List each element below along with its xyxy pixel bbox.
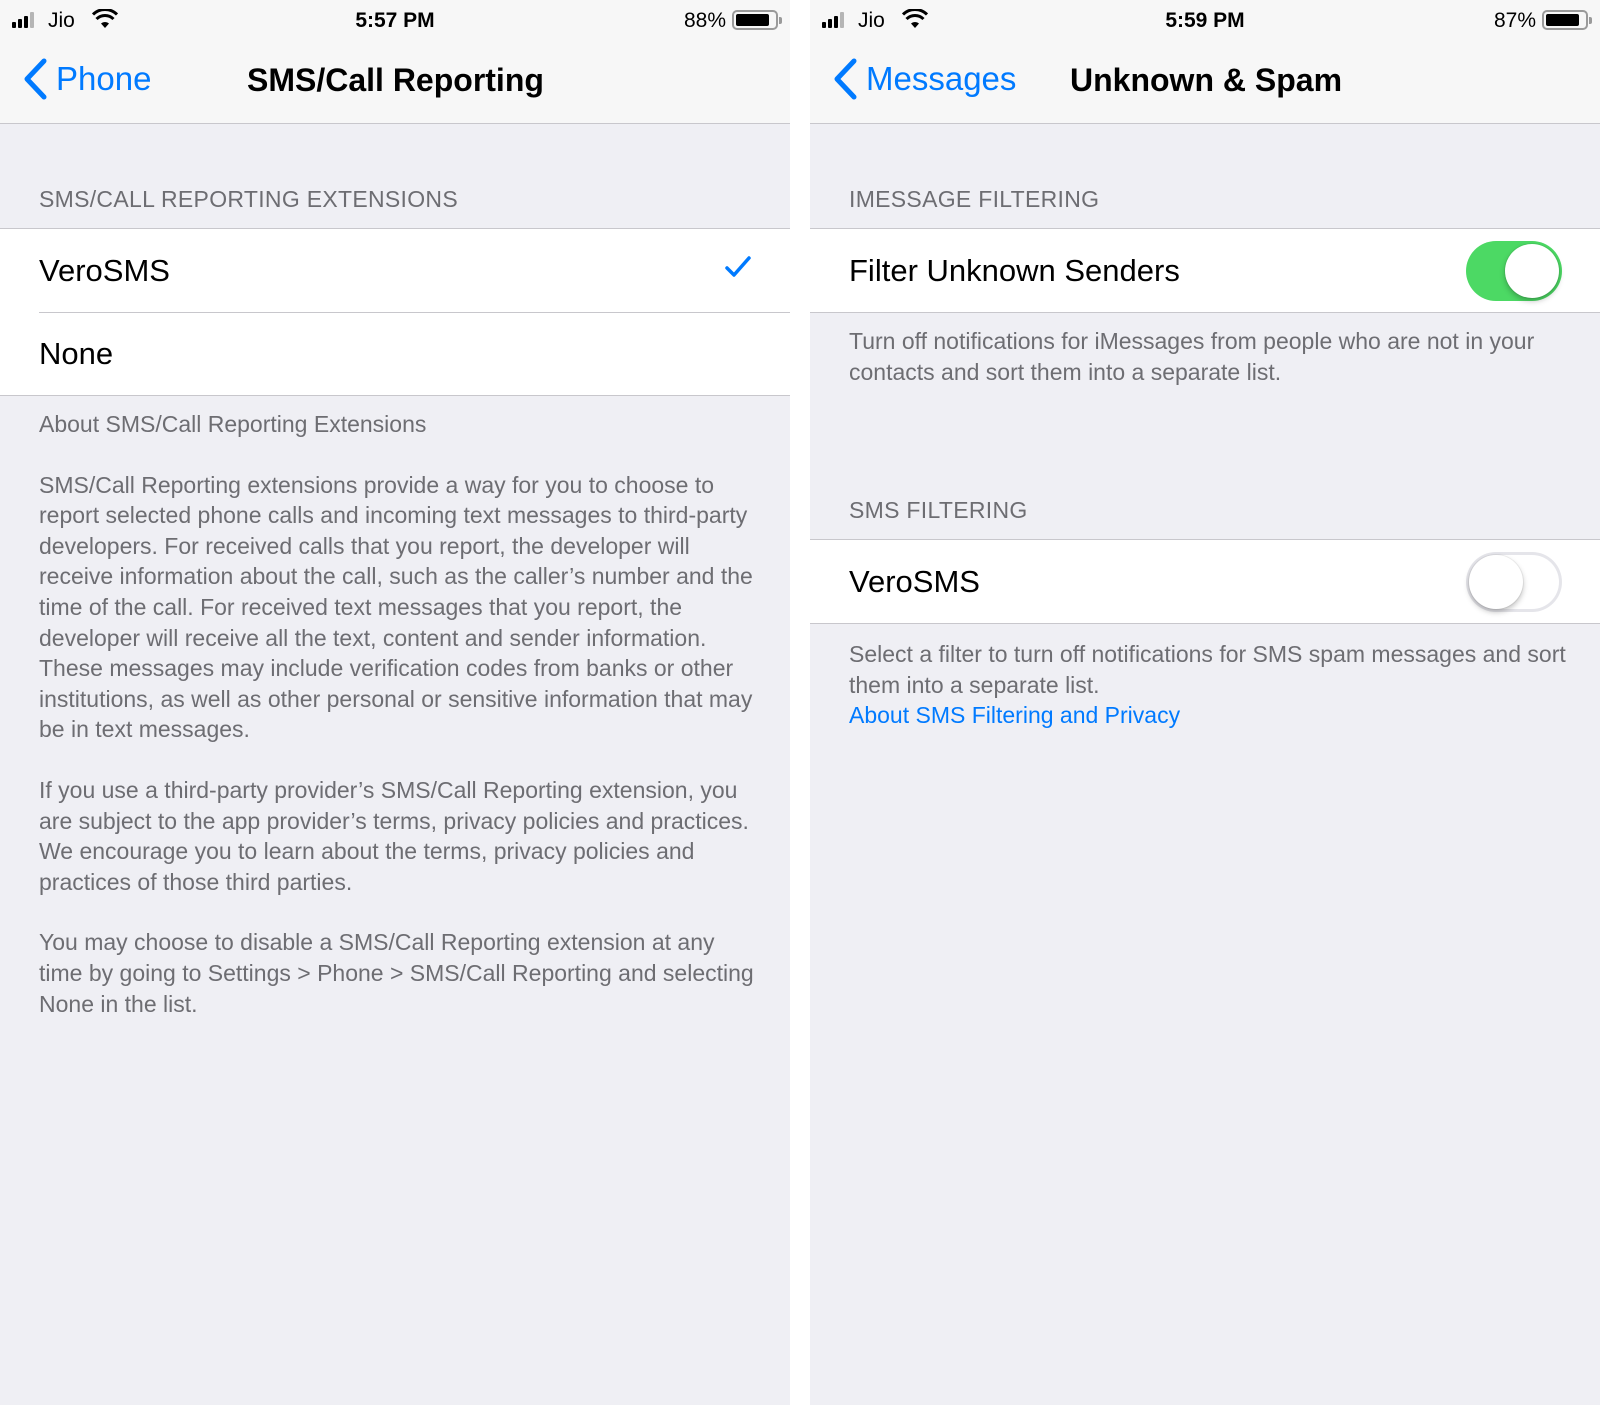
- sms-filtering-description: Select a filter to turn off notification…: [849, 639, 1570, 731]
- toggle-knob: [1505, 244, 1559, 298]
- imessage-filtering-group: Filter Unknown Senders: [810, 228, 1600, 313]
- clock: 5:59 PM: [1165, 9, 1245, 32]
- battery-percentage: 87%: [1493, 9, 1536, 32]
- sms-filtering-privacy-link[interactable]: About SMS Filtering and Privacy: [849, 702, 1180, 728]
- section-header-imessage: iMessage Filtering: [849, 186, 1100, 212]
- battery-icon: [1542, 10, 1592, 30]
- verosms-filter-toggle[interactable]: [1466, 552, 1562, 612]
- option-none[interactable]: None: [0, 312, 790, 395]
- about-paragraph: If you use a third-party provider’s SMS/…: [39, 776, 749, 895]
- chevron-left-icon: [24, 58, 47, 100]
- navigation-bar: Messages Unknown & Spam: [810, 40, 1600, 124]
- back-button[interactable]: Phone: [22, 58, 151, 100]
- section-header-sms: SMS Filtering: [849, 497, 1028, 523]
- verosms-filter-row: VeroSMS: [810, 540, 1600, 623]
- status-bar: Jio 5:57 PM 88%: [0, 0, 790, 40]
- sms-call-reporting-screen: Jio 5:57 PM 88% Phone SMS/Call Reporting…: [0, 0, 790, 1405]
- back-button-label: Messages: [866, 60, 1017, 97]
- toggle-knob: [1469, 555, 1523, 609]
- about-heading: About SMS/Call Reporting Extensions: [39, 411, 427, 437]
- about-paragraph: SMS/Call Reporting extensions provide a …: [39, 471, 753, 743]
- page-title: Unknown & Spam: [1070, 62, 1343, 98]
- description-text: Turn off notifications for iMessages fro…: [849, 328, 1535, 385]
- description-text: Select a filter to turn off notification…: [849, 641, 1566, 698]
- page-title: SMS/Call Reporting: [247, 62, 544, 98]
- filter-unknown-senders-toggle[interactable]: [1466, 241, 1562, 301]
- row-label: VeroSMS: [849, 563, 980, 599]
- unknown-and-spam-screen: Jio 5:59 PM 87% Messages Unknown & Spam …: [810, 0, 1600, 1405]
- battery-icon: [732, 10, 782, 30]
- option-label: None: [39, 335, 114, 371]
- status-bar: Jio 5:59 PM 87%: [810, 0, 1600, 40]
- navigation-bar: Phone SMS/Call Reporting: [0, 40, 790, 124]
- chevron-left-icon: [834, 58, 857, 100]
- back-button[interactable]: Messages: [832, 58, 1016, 100]
- row-label: Filter Unknown Senders: [849, 252, 1180, 288]
- section-header-extensions: SMS/Call Reporting Extensions: [39, 186, 458, 212]
- battery-percentage: 88%: [683, 9, 726, 32]
- about-extensions-text: About SMS/Call Reporting Extensions SMS/…: [39, 409, 760, 1049]
- clock: 5:57 PM: [355, 9, 435, 32]
- sms-filtering-group: VeroSMS: [810, 539, 1600, 624]
- extensions-list: VeroSMS None: [0, 228, 790, 396]
- imessage-filtering-description: Turn off notifications for iMessages fro…: [849, 326, 1570, 417]
- checkmark-icon: [725, 256, 751, 277]
- back-button-label: Phone: [56, 60, 152, 97]
- option-verosms[interactable]: VeroSMS: [0, 229, 790, 312]
- about-paragraph: You may choose to disable a SMS/Call Rep…: [39, 929, 754, 1017]
- option-label: VeroSMS: [39, 252, 170, 288]
- filter-unknown-senders-row: Filter Unknown Senders: [810, 229, 1600, 312]
